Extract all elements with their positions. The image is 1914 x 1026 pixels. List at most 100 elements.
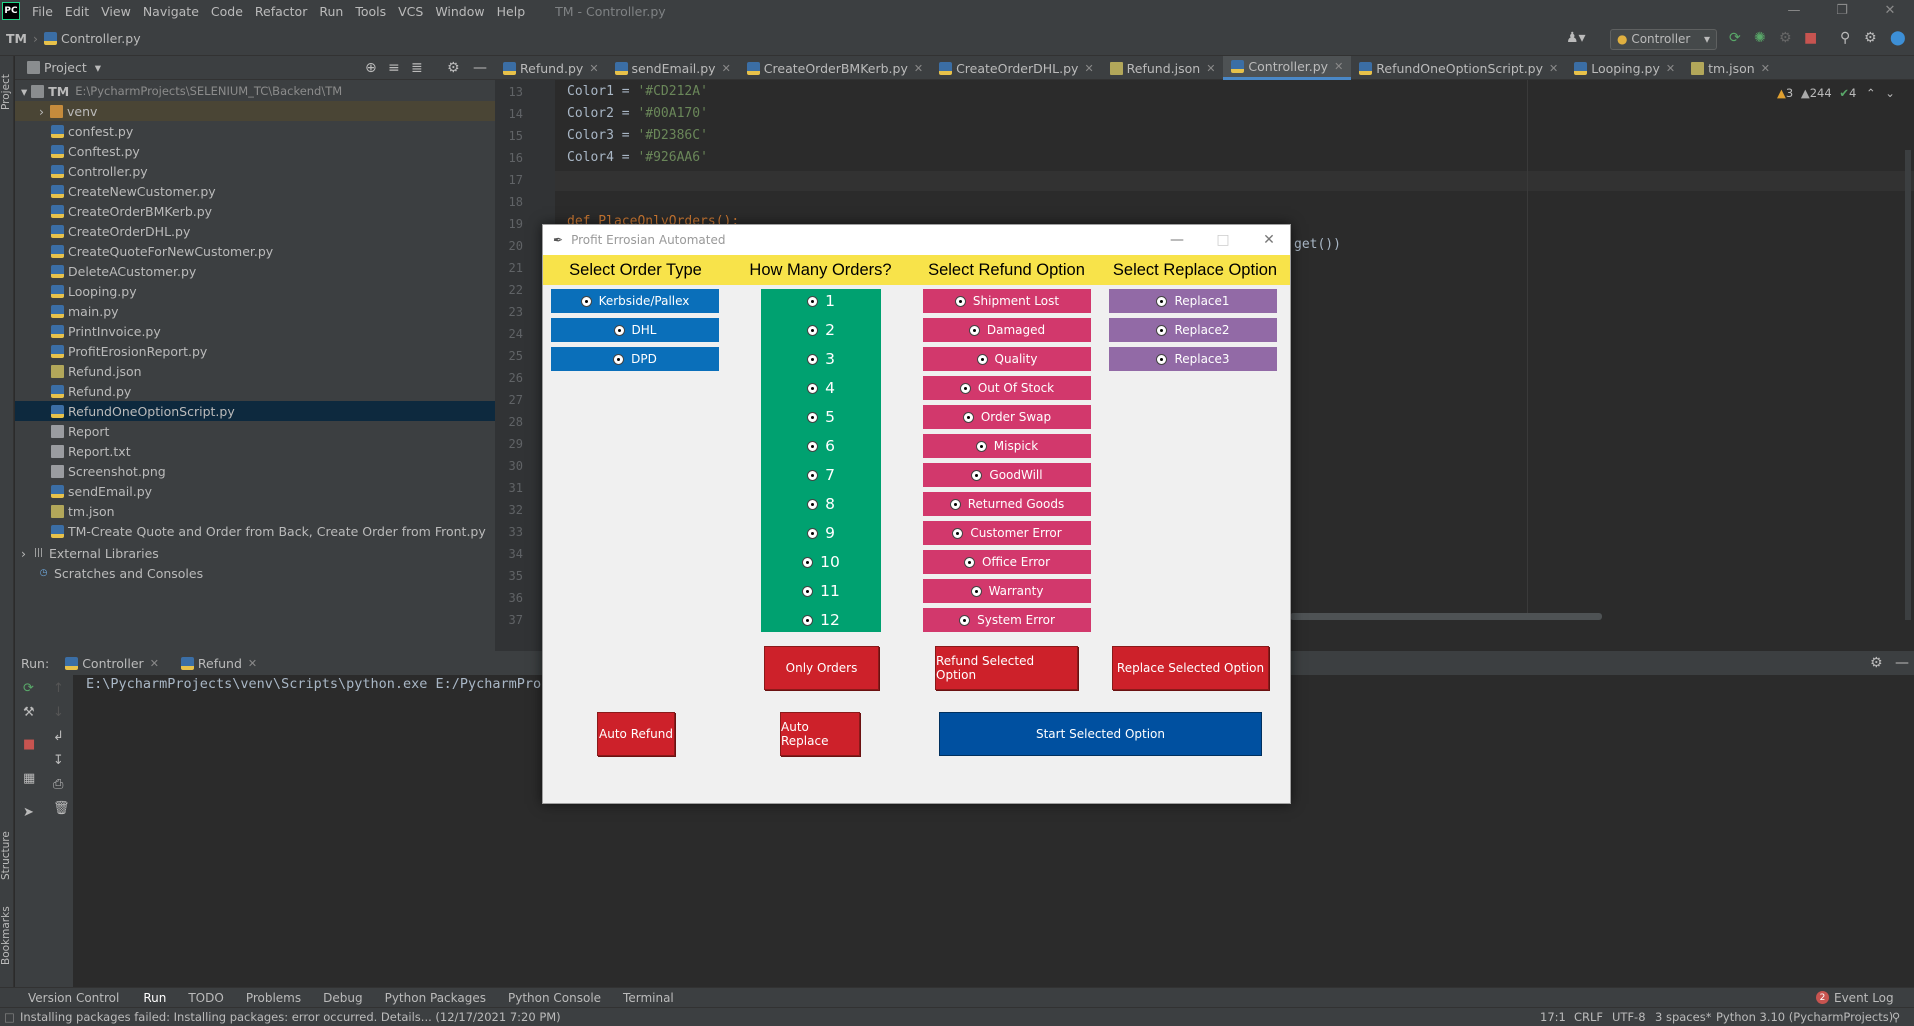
editor-tab[interactable]: sendEmail.py ✕ (607, 56, 739, 80)
stop-icon[interactable]: ■ (1804, 30, 1817, 46)
search-icon[interactable]: ⚲ (1840, 30, 1850, 46)
dialog-minimize-icon[interactable]: — (1154, 225, 1200, 255)
radio-indicator[interactable] (802, 614, 814, 626)
editor-tab[interactable]: CreateOrderBMKerb.py ✕ (739, 56, 931, 80)
radio-indicator[interactable] (1156, 324, 1168, 336)
radio-indicator[interactable] (963, 556, 975, 568)
status-panel-icon[interactable]: □ (4, 1010, 15, 1024)
close-tab-icon[interactable]: ✕ (1549, 62, 1558, 75)
layout-icon[interactable]: ▦ (23, 771, 35, 786)
code-line[interactable]: Color1 = '#CD212A' (567, 84, 708, 99)
rerun-icon[interactable]: ⟳ (1729, 30, 1741, 46)
tree-root[interactable]: ▾ TM E:\PycharmProjects\SELENIUM_TC\Back… (15, 81, 495, 101)
wrench-icon[interactable]: ⚒ (23, 705, 35, 720)
code-line[interactable]: Color4 = '#926AA6' (567, 150, 708, 165)
order-count-radio[interactable]: 11 (761, 579, 881, 603)
radio-indicator[interactable] (807, 440, 819, 452)
replace-option-radio[interactable]: Replace2 (1109, 318, 1277, 342)
run-tab-controller[interactable]: Controller (82, 656, 144, 671)
chevron-down-icon[interactable]: ▾ (21, 84, 27, 99)
tree-scratches[interactable]: ◷ Scratches and Consoles (15, 563, 495, 583)
tool-run[interactable]: Run (143, 991, 166, 1005)
run-tab-refund[interactable]: Refund (198, 656, 242, 671)
editor-tab[interactable]: Refund.py ✕ (495, 56, 607, 80)
order-type-radio[interactable]: DHL (551, 318, 719, 342)
radio-indicator[interactable] (976, 353, 988, 365)
tree-file[interactable]: CreateNewCustomer.py (15, 181, 495, 201)
tree-file[interactable]: CreateOrderBMKerb.py (15, 201, 495, 221)
line-separator[interactable]: CRLF (1574, 1010, 1603, 1024)
tree-file[interactable]: Controller.py (15, 161, 495, 181)
radio-indicator[interactable] (975, 440, 987, 452)
close-tab-icon[interactable]: ✕ (1206, 62, 1215, 75)
radio-indicator[interactable] (807, 498, 819, 510)
editor-tab[interactable]: Controller.py ✕ (1223, 56, 1352, 80)
radio-indicator[interactable] (970, 585, 982, 597)
menu-vcs[interactable]: VCS (392, 4, 429, 19)
menu-view[interactable]: View (95, 4, 137, 19)
auto-replace-button[interactable]: Auto Replace (780, 712, 860, 756)
menu-edit[interactable]: Edit (59, 4, 95, 19)
expand-all-icon[interactable]: ≡ (388, 60, 400, 76)
tree-file[interactable]: RefundOneOptionScript.py (15, 401, 495, 421)
refund-option-radio[interactable]: Office Error (923, 550, 1091, 574)
tree-file[interactable]: Looping.py (15, 281, 495, 301)
close-tab-icon[interactable]: ✕ (914, 62, 923, 75)
tree-file[interactable]: TM-Create Quote and Order from Back, Cre… (15, 521, 495, 541)
tree-file[interactable]: ProfitErosionReport.py (15, 341, 495, 361)
console-output[interactable]: E:\PycharmProjects\venv\Scripts\python.e… (86, 676, 549, 692)
chevron-down-icon[interactable]: ▾ (95, 60, 101, 75)
indent-setting[interactable]: 3 spaces* (1655, 1010, 1711, 1024)
radio-indicator[interactable] (962, 411, 974, 423)
radio-indicator[interactable] (954, 295, 966, 307)
event-log[interactable]: 2 Event Log (1816, 991, 1894, 1005)
refund-option-radio[interactable]: Shipment Lost (923, 289, 1091, 313)
refund-option-radio[interactable]: System Error (923, 608, 1091, 632)
bookmarks-tool-label[interactable]: Bookmarks (0, 896, 14, 976)
start-selected-button[interactable]: Start Selected Option (939, 712, 1262, 756)
radio-indicator[interactable] (613, 353, 625, 365)
tree-file[interactable]: Refund.py (15, 381, 495, 401)
replace-selected-button[interactable]: Replace Selected Option (1112, 646, 1269, 690)
rerun-icon[interactable]: ⟳ (23, 681, 34, 696)
tree-folder-venv[interactable]: › venv (15, 101, 495, 121)
editor-tab[interactable]: tm.json ✕ (1683, 56, 1778, 80)
locate-icon[interactable]: ⊕ (365, 60, 377, 76)
code-line[interactable]: Color3 = '#D2386C' (567, 128, 708, 143)
tree-file[interactable]: tm.json (15, 501, 495, 521)
caret-position[interactable]: 17:1 (1540, 1010, 1566, 1024)
radio-indicator[interactable] (807, 324, 819, 336)
only-orders-button[interactable]: Only Orders (764, 646, 879, 690)
chevron-up-icon[interactable]: ⌃ (1866, 86, 1876, 100)
scroll-to-end-icon[interactable]: ↧ (53, 753, 64, 768)
soft-wrap-icon[interactable]: ↲ (53, 729, 64, 744)
editor-tab[interactable]: Refund.json ✕ (1102, 56, 1224, 80)
arrow-down-icon[interactable]: ↓ (53, 705, 64, 720)
tool-problems[interactable]: Problems (246, 991, 301, 1005)
tree-file[interactable]: CreateQuoteForNewCustomer.py (15, 241, 495, 261)
code-fragment-get[interactable]: get()) (1294, 237, 1341, 252)
code-line[interactable]: Color2 = '#00A170' (567, 106, 708, 121)
chevron-down-icon[interactable]: ⌄ (1885, 86, 1895, 100)
radio-indicator[interactable] (949, 498, 961, 510)
coverage-icon[interactable]: ⚙ (1779, 30, 1792, 46)
close-tab-icon[interactable]: ✕ (248, 657, 257, 670)
refund-option-radio[interactable]: Customer Error (923, 521, 1091, 545)
order-count-radio[interactable]: 2 (761, 318, 881, 342)
project-view-label[interactable]: Project (44, 60, 87, 75)
tool-version-control[interactable]: Version Control (28, 991, 119, 1005)
menu-refactor[interactable]: Refactor (249, 4, 313, 19)
tree-file[interactable]: Screenshot.png (15, 461, 495, 481)
gear-icon[interactable]: ⚙ (1870, 655, 1883, 671)
menu-code[interactable]: Code (205, 4, 249, 19)
gear-icon[interactable]: ⚙ (447, 60, 460, 76)
chevron-right-icon[interactable]: › (39, 104, 44, 119)
replace-option-radio[interactable]: Replace1 (1109, 289, 1277, 313)
replace-option-radio[interactable]: Replace3 (1109, 347, 1277, 371)
menu-navigate[interactable]: Navigate (137, 4, 205, 19)
refund-option-radio[interactable]: Returned Goods (923, 492, 1091, 516)
close-tab-icon[interactable]: ✕ (589, 62, 598, 75)
order-count-radio[interactable]: 4 (761, 376, 881, 400)
refund-selected-button[interactable]: Refund Selected Option (935, 646, 1078, 690)
close-tab-icon[interactable]: ✕ (150, 657, 159, 670)
